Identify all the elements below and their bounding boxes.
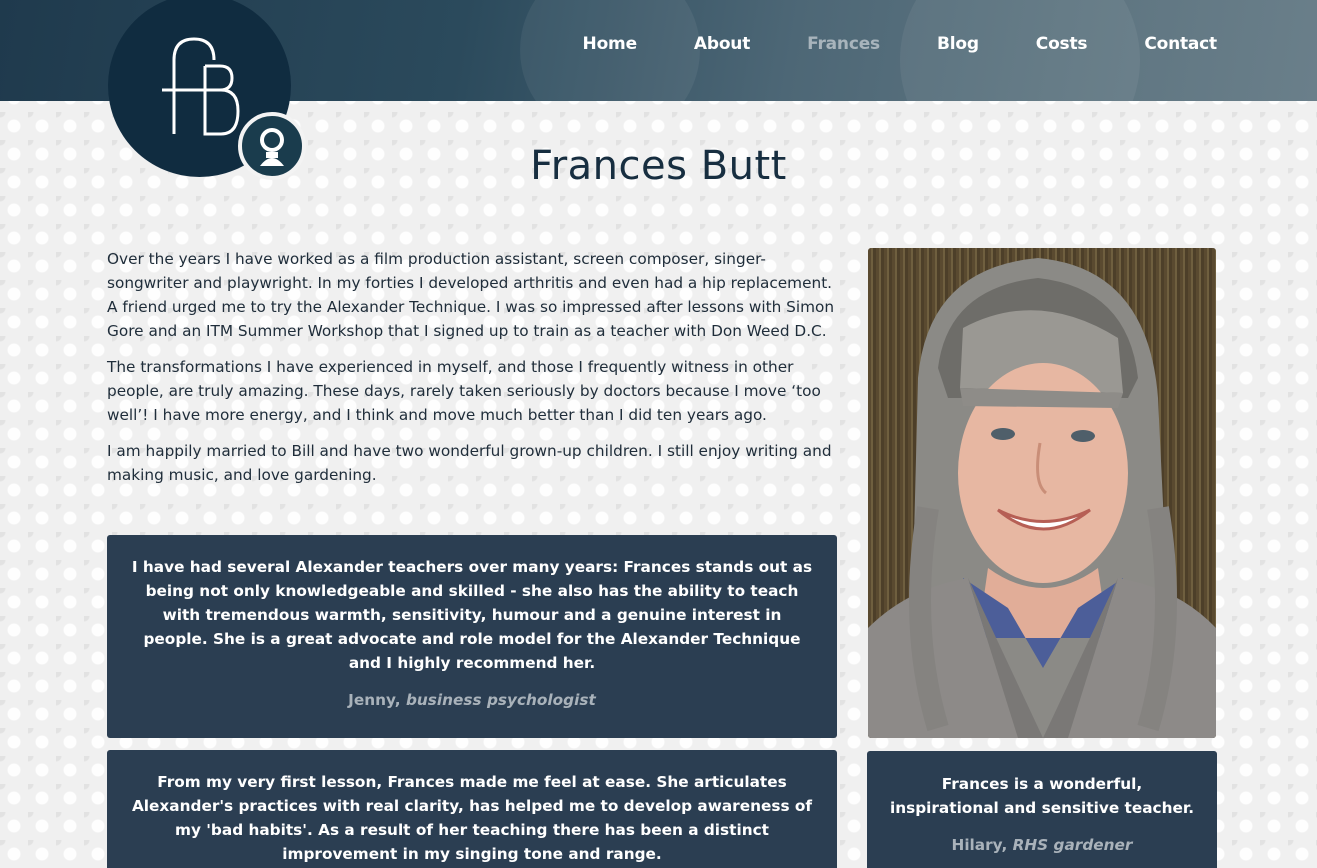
author-role: business psychologist <box>405 691 596 709</box>
nav-costs[interactable]: Costs <box>1036 34 1088 58</box>
author-role: RHS gardener <box>1012 836 1133 854</box>
bio-paragraph: The transformations I have experienced i… <box>107 358 821 424</box>
page-title: Frances Butt <box>530 143 787 189</box>
bio-paragraph: I am happily married to Bill and have tw… <box>107 442 832 484</box>
bio-text: Over the years I have worked as a film p… <box>107 247 839 499</box>
testimonial-card: Frances is a wonderful, inspirational an… <box>867 751 1217 868</box>
nav-blog[interactable]: Blog <box>937 34 979 58</box>
nav-frances[interactable]: Frances <box>807 34 880 58</box>
nav-about[interactable]: About <box>694 34 750 58</box>
author-name: Jenny, <box>348 691 401 709</box>
testimonial-card: I have had several Alexander teachers ov… <box>107 535 837 738</box>
portrait-photo <box>868 248 1216 738</box>
testimonial-text: From my very first lesson, Frances made … <box>131 773 813 863</box>
testimonial-author: Jenny, business psychologist <box>129 691 815 709</box>
nav-contact[interactable]: Contact <box>1144 34 1217 58</box>
bio-paragraph: Over the years I have worked as a film p… <box>107 250 835 340</box>
main-nav: Home About Frances Blog Costs Contact <box>583 34 1218 58</box>
testimonial-text: I have had several Alexander teachers ov… <box>131 558 813 672</box>
testimonial-card: From my very first lesson, Frances made … <box>107 750 837 868</box>
portrait-image <box>868 248 1216 738</box>
testimonial-text: Frances is a wonderful, inspirational an… <box>889 775 1195 817</box>
nav-home[interactable]: Home <box>583 34 638 58</box>
author-name: Hilary, <box>951 836 1008 854</box>
testimonial-author: Hilary, RHS gardener <box>887 836 1197 854</box>
